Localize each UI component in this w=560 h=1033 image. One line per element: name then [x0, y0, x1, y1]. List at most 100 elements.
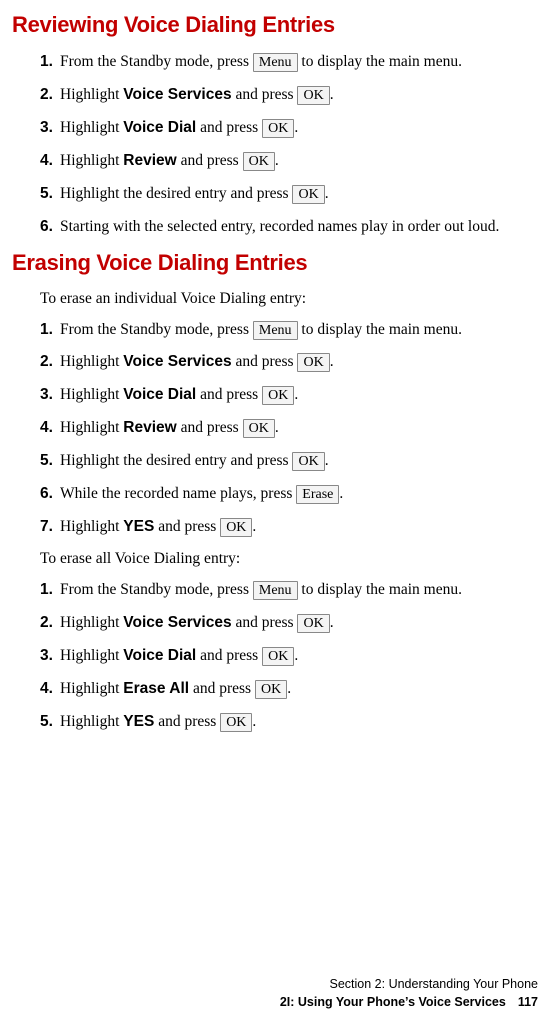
ok-key: OK — [243, 152, 275, 171]
step-number: 2. — [40, 613, 56, 634]
text-fragment: From the Standby mode, press — [60, 53, 253, 70]
step-text: Highlight Voice Dial and press OK. — [60, 385, 538, 406]
step-text: Highlight Voice Services and press OK. — [60, 85, 538, 106]
step-number: 5. — [40, 712, 56, 733]
step-number: 6. — [40, 484, 56, 505]
step-number: 7. — [40, 517, 56, 538]
text-fragment: Highlight — [60, 152, 123, 169]
step-text: From the Standby mode, press Menu to dis… — [60, 320, 538, 341]
erase-all-step-1: 1. From the Standby mode, press Menu to … — [40, 580, 538, 601]
erase-one-step-3: 3. Highlight Voice Dial and press OK. — [40, 385, 538, 406]
ok-key: OK — [292, 185, 324, 204]
text-fragment: . — [330, 614, 334, 631]
erase-one-step-4: 4. Highlight Review and press OK. — [40, 418, 538, 439]
text-fragment: Highlight — [60, 518, 123, 535]
erase-all-step-2: 2. Highlight Voice Services and press OK… — [40, 613, 538, 634]
text-fragment: and press — [177, 152, 243, 169]
text-fragment: . — [252, 518, 256, 535]
text-fragment: . — [294, 647, 298, 664]
text-fragment: . — [339, 485, 343, 502]
text-fragment: . — [252, 713, 256, 730]
text-fragment: . — [330, 353, 334, 370]
text-fragment: and press — [196, 386, 262, 403]
yes-label: YES — [123, 713, 154, 730]
ok-key: OK — [220, 713, 252, 732]
erase-intro-individual: To erase an individual Voice Dialing ent… — [40, 290, 538, 308]
step-number: 1. — [40, 52, 56, 73]
erase-one-step-7: 7. Highlight YES and press OK. — [40, 517, 538, 538]
menu-key: Menu — [253, 53, 298, 72]
erase-all-step-3: 3. Highlight Voice Dial and press OK. — [40, 646, 538, 667]
text-fragment: to display the main menu. — [298, 321, 462, 338]
footer-section-title: Section 2: Understanding Your Phone — [280, 975, 538, 993]
text-fragment: and press — [154, 518, 220, 535]
review-step-5: 5. Highlight the desired entry and press… — [40, 184, 538, 205]
step-text: Highlight Voice Dial and press OK. — [60, 646, 538, 667]
menu-key: Menu — [253, 581, 298, 600]
step-text: Highlight YES and press OK. — [60, 712, 538, 733]
review-label: Review — [123, 419, 176, 436]
text-fragment: and press — [232, 86, 298, 103]
erase-one-step-1: 1. From the Standby mode, press Menu to … — [40, 320, 538, 341]
erase-key: Erase — [296, 485, 339, 504]
text-fragment: Highlight the desired entry and press — [60, 452, 292, 469]
voice-dial-label: Voice Dial — [123, 386, 196, 403]
step-number: 4. — [40, 679, 56, 700]
text-fragment: . — [325, 452, 329, 469]
page-number: 117 — [518, 993, 538, 1011]
text-fragment: Highlight — [60, 353, 123, 370]
text-fragment: While the recorded name plays, press — [60, 485, 296, 502]
voice-dial-label: Voice Dial — [123, 119, 196, 136]
review-step-1: 1. From the Standby mode, press Menu to … — [40, 52, 538, 73]
erase-one-step-6: 6. While the recorded name plays, press … — [40, 484, 538, 505]
text-fragment: . — [294, 119, 298, 136]
text-fragment: Highlight — [60, 386, 123, 403]
ok-key: OK — [262, 386, 294, 405]
erase-all-steps-block: 1. From the Standby mode, press Menu to … — [40, 580, 538, 733]
text-fragment: Highlight — [60, 713, 123, 730]
text-fragment: Highlight — [60, 647, 123, 664]
review-steps-block: 1. From the Standby mode, press Menu to … — [40, 52, 538, 238]
footer-chapter-title: 2I: Using Your Phone’s Voice Services117 — [280, 993, 538, 1011]
erase-one-step-2: 2. Highlight Voice Services and press OK… — [40, 352, 538, 373]
text-fragment: Highlight the desired entry and press — [60, 185, 292, 202]
review-step-2: 2. Highlight Voice Services and press OK… — [40, 85, 538, 106]
erase-intro-all: To erase all Voice Dialing entry: — [40, 550, 538, 568]
text-fragment: From the Standby mode, press — [60, 321, 253, 338]
review-step-6: 6. Starting with the selected entry, rec… — [40, 217, 538, 238]
step-text: Highlight Review and press OK. — [60, 151, 538, 172]
text-fragment: and press — [189, 680, 255, 697]
step-text: Highlight the desired entry and press OK… — [60, 451, 538, 472]
ok-key: OK — [220, 518, 252, 537]
text-fragment: and press — [177, 419, 243, 436]
step-text: Highlight Review and press OK. — [60, 418, 538, 439]
heading-reviewing: Reviewing Voice Dialing Entries — [12, 12, 538, 38]
menu-key: Menu — [253, 321, 298, 340]
ok-key: OK — [255, 680, 287, 699]
voice-services-label: Voice Services — [123, 86, 231, 103]
erase-individual-steps-block: 1. From the Standby mode, press Menu to … — [40, 320, 538, 538]
step-text: From the Standby mode, press Menu to dis… — [60, 580, 538, 601]
heading-erasing: Erasing Voice Dialing Entries — [12, 250, 538, 276]
step-number: 3. — [40, 118, 56, 139]
step-text: Highlight Voice Services and press OK. — [60, 613, 538, 634]
step-text: Highlight YES and press OK. — [60, 517, 538, 538]
step-number: 4. — [40, 151, 56, 172]
review-label: Review — [123, 152, 176, 169]
text-fragment: Highlight — [60, 680, 123, 697]
text-fragment: and press — [232, 353, 298, 370]
erase-one-step-5: 5. Highlight the desired entry and press… — [40, 451, 538, 472]
review-step-3: 3. Highlight Voice Dial and press OK. — [40, 118, 538, 139]
step-number: 4. — [40, 418, 56, 439]
text-fragment: and press — [232, 614, 298, 631]
text-fragment: to display the main menu. — [298, 53, 462, 70]
review-step-4: 4. Highlight Review and press OK. — [40, 151, 538, 172]
step-text: Starting with the selected entry, record… — [60, 217, 538, 238]
text-fragment: . — [330, 86, 334, 103]
voice-dial-label: Voice Dial — [123, 647, 196, 664]
text-fragment: . — [325, 185, 329, 202]
step-number: 5. — [40, 451, 56, 472]
text-fragment: . — [275, 152, 279, 169]
page-footer: Section 2: Understanding Your Phone 2I: … — [280, 975, 538, 1011]
step-number: 1. — [40, 580, 56, 601]
